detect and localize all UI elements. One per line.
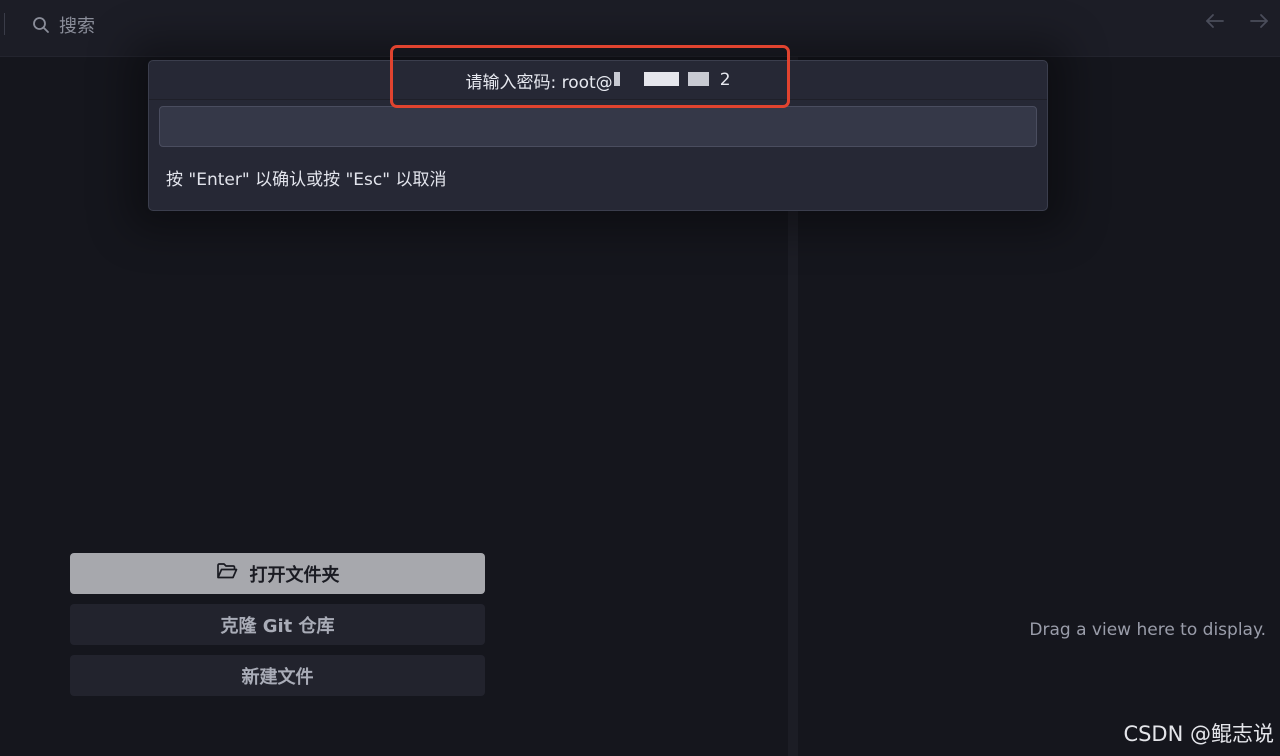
back-button[interactable] [1204,12,1226,34]
redacted-host [613,72,719,86]
search-icon [32,16,50,34]
folder-open-icon [216,562,238,585]
drag-view-hint: Drag a view here to display. [1029,620,1266,640]
new-file-button[interactable]: 新建文件 [70,655,485,696]
clone-git-label: 克隆 Git 仓库 [220,615,335,637]
forward-button[interactable] [1248,12,1270,34]
arrow-right-icon [1248,10,1270,36]
app-window: 搜索 打开文件夹 克隆 Git 仓库 新建文件 Drag a view here… [0,0,1280,756]
clone-git-button[interactable]: 克隆 Git 仓库 [70,604,485,645]
prompt-title-prefix: 请输入密码: root@ [465,72,613,93]
password-input[interactable] [159,106,1037,147]
open-folder-button[interactable]: 打开文件夹 [70,553,485,594]
top-bar: 搜索 [0,0,1280,57]
new-file-label: 新建文件 [241,666,314,688]
prompt-hint: 按 "Enter" 以确认或按 "Esc" 以取消 [166,170,447,190]
prompt-title: 请输入密码: root@ 2 [149,61,1047,100]
open-folder-label: 打开文件夹 [249,564,340,586]
watermark: CSDN @鲲志说 [1123,722,1274,746]
search-label: 搜索 [59,16,95,37]
search-box[interactable]: 搜索 [32,12,95,38]
topbar-separator [4,13,5,35]
arrow-left-icon [1204,10,1226,36]
prompt-title-suffix: 2 [719,70,731,90]
nav-arrows [1204,12,1270,34]
password-prompt-dialog: 请输入密码: root@ 2 按 "Enter" 以确认或按 "Esc" 以取消 [148,60,1048,211]
